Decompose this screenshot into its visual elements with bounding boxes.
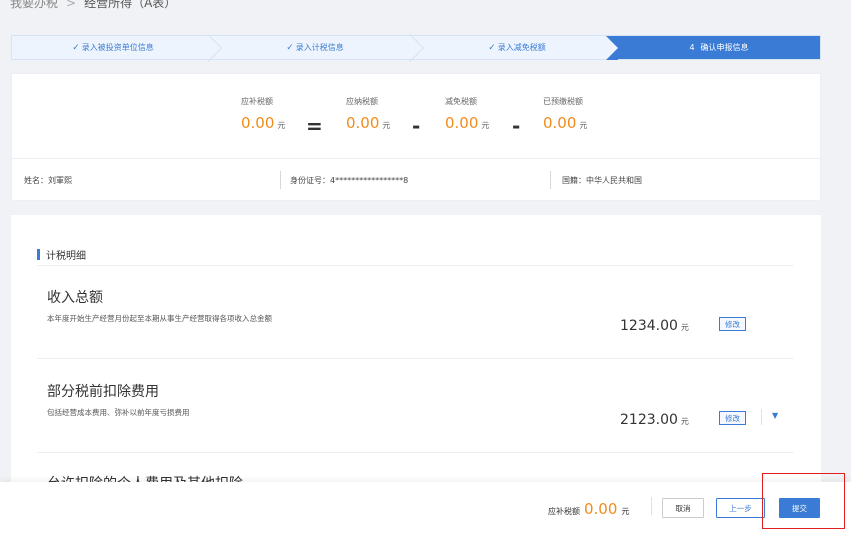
exempt-tax-label: 减免税额 <box>445 97 477 106</box>
step-4-number: 4 <box>689 43 695 52</box>
income-amount: 1234.00 <box>620 318 678 334</box>
prepaid-tax-label: 已预缴税额 <box>543 97 583 106</box>
minus-sign: - <box>512 114 521 138</box>
previous-step-button[interactable]: 上一步 <box>716 498 765 518</box>
deduction-title: 部分税前扣除费用 <box>47 384 159 400</box>
nationality-value: 中华人民共和国 <box>586 176 642 185</box>
deduction-unit: 元 <box>680 417 689 426</box>
breadcrumb-current: 经营所得（A表） <box>84 0 177 10</box>
edit-deduction-button[interactable]: 修改 <box>719 411 746 425</box>
taxpayer-info: 姓名：刘軍熙 身份证号：4*****************8 国籍：中华人民共… <box>12 158 820 202</box>
divider <box>550 171 551 189</box>
tax-detail-card: 计税明细 收入总额 本年度开始生产经营月份起至本期从事生产经营取得各项收入总金额… <box>11 215 821 485</box>
name-value: 刘軍熙 <box>48 176 72 185</box>
deduction-row: 部分税前扣除费用 包括经营成本费用、弥补以前年度亏损费用 2123.00 元 修改… <box>37 381 794 428</box>
income-unit: 元 <box>680 323 689 332</box>
check-icon: ✓ <box>488 42 496 53</box>
footer-due-unit: 元 <box>621 507 630 516</box>
breadcrumb-parent[interactable]: 我要办税 <box>10 0 58 10</box>
step-1-label: 录入被投资单位信息 <box>81 43 154 52</box>
check-icon: ✓ <box>72 42 80 53</box>
due-tax: 应补税额 0.00 元 <box>241 96 285 132</box>
due-tax-value: 0.00 <box>241 114 275 132</box>
breadcrumb-separator: > <box>66 0 77 10</box>
cancel-button[interactable]: 取消 <box>662 498 704 518</box>
exempt-tax: 减免税额 0.00 元 <box>445 96 489 132</box>
highlight-box <box>762 473 845 529</box>
footer-due-label: 应补税额 <box>548 507 580 516</box>
step-2: ✓ 录入计税信息 <box>214 33 425 63</box>
section-title-text: 计税明细 <box>46 251 86 262</box>
deduction-amount: 2123.00 <box>620 412 678 428</box>
nationality-label: 国籍： <box>562 176 586 185</box>
equals-sign: = <box>306 114 323 138</box>
name-label: 姓名： <box>24 176 48 185</box>
name-field: 姓名：刘軍熙 <box>24 175 72 186</box>
step-3: ✓ 录入减免税额 <box>416 36 618 59</box>
prepaid-tax-unit: 元 <box>579 121 588 130</box>
tax-summary-card: 应补税额 0.00 元 = 应纳税额 0.00 元 - 减免税额 0.00 元 - 已… <box>11 73 821 201</box>
breadcrumb: 我要办税 > 经营所得（A表） <box>10 0 176 11</box>
step-4-label: 确认申报信息 <box>700 43 749 52</box>
payable-tax-label: 应纳税额 <box>346 97 378 106</box>
footer-bar: 应补税额 0.00 元 取消 上一步 提交 <box>0 482 851 533</box>
step-1: ✓ 录入被投资单位信息 <box>12 33 223 63</box>
payable-tax-unit: 元 <box>382 121 391 130</box>
step-progress: ✓ 录入被投资单位信息 ✓ 录入计税信息 ✓ 录入减免税额 4 确认申报信息 <box>11 33 821 63</box>
nationality-field: 国籍：中华人民共和国 <box>562 175 642 186</box>
payable-tax-value: 0.00 <box>346 114 380 132</box>
step-3-label: 录入减免税额 <box>497 43 546 52</box>
id-field: 身份证号：4*****************8 <box>290 175 408 186</box>
id-value: 4*****************8 <box>330 176 409 185</box>
prepaid-tax-value: 0.00 <box>543 114 577 132</box>
section-title: 计税明细 <box>37 247 86 262</box>
divider <box>280 171 281 189</box>
due-tax-unit: 元 <box>277 121 286 130</box>
exempt-tax-value: 0.00 <box>445 114 479 132</box>
id-label: 身份证号： <box>290 176 330 185</box>
due-tax-label: 应补税额 <box>241 97 273 106</box>
footer-due-value: 0.00 <box>584 500 618 518</box>
payable-tax: 应纳税额 0.00 元 <box>346 96 390 132</box>
exempt-tax-unit: 元 <box>481 121 490 130</box>
prepaid-tax: 已预缴税额 0.00 元 <box>543 96 587 132</box>
minus-sign: - <box>412 114 421 138</box>
expand-caret-icon[interactable]: ▼ <box>772 411 778 420</box>
income-title: 收入总额 <box>47 290 103 306</box>
step-2-label: 录入计税信息 <box>295 43 344 52</box>
tax-equation: 应补税额 0.00 元 = 应纳税额 0.00 元 - 减免税额 0.00 元 - 已… <box>12 96 820 146</box>
edit-income-button[interactable]: 修改 <box>719 317 746 331</box>
footer-due-tax: 应补税额 0.00 元 <box>548 499 629 518</box>
check-icon: ✓ <box>286 42 294 53</box>
step-4: 4 确认申报信息 <box>606 36 820 60</box>
income-row: 收入总额 本年度开始生产经营月份起至本期从事生产经营取得各项收入总金额 1234… <box>37 287 794 334</box>
